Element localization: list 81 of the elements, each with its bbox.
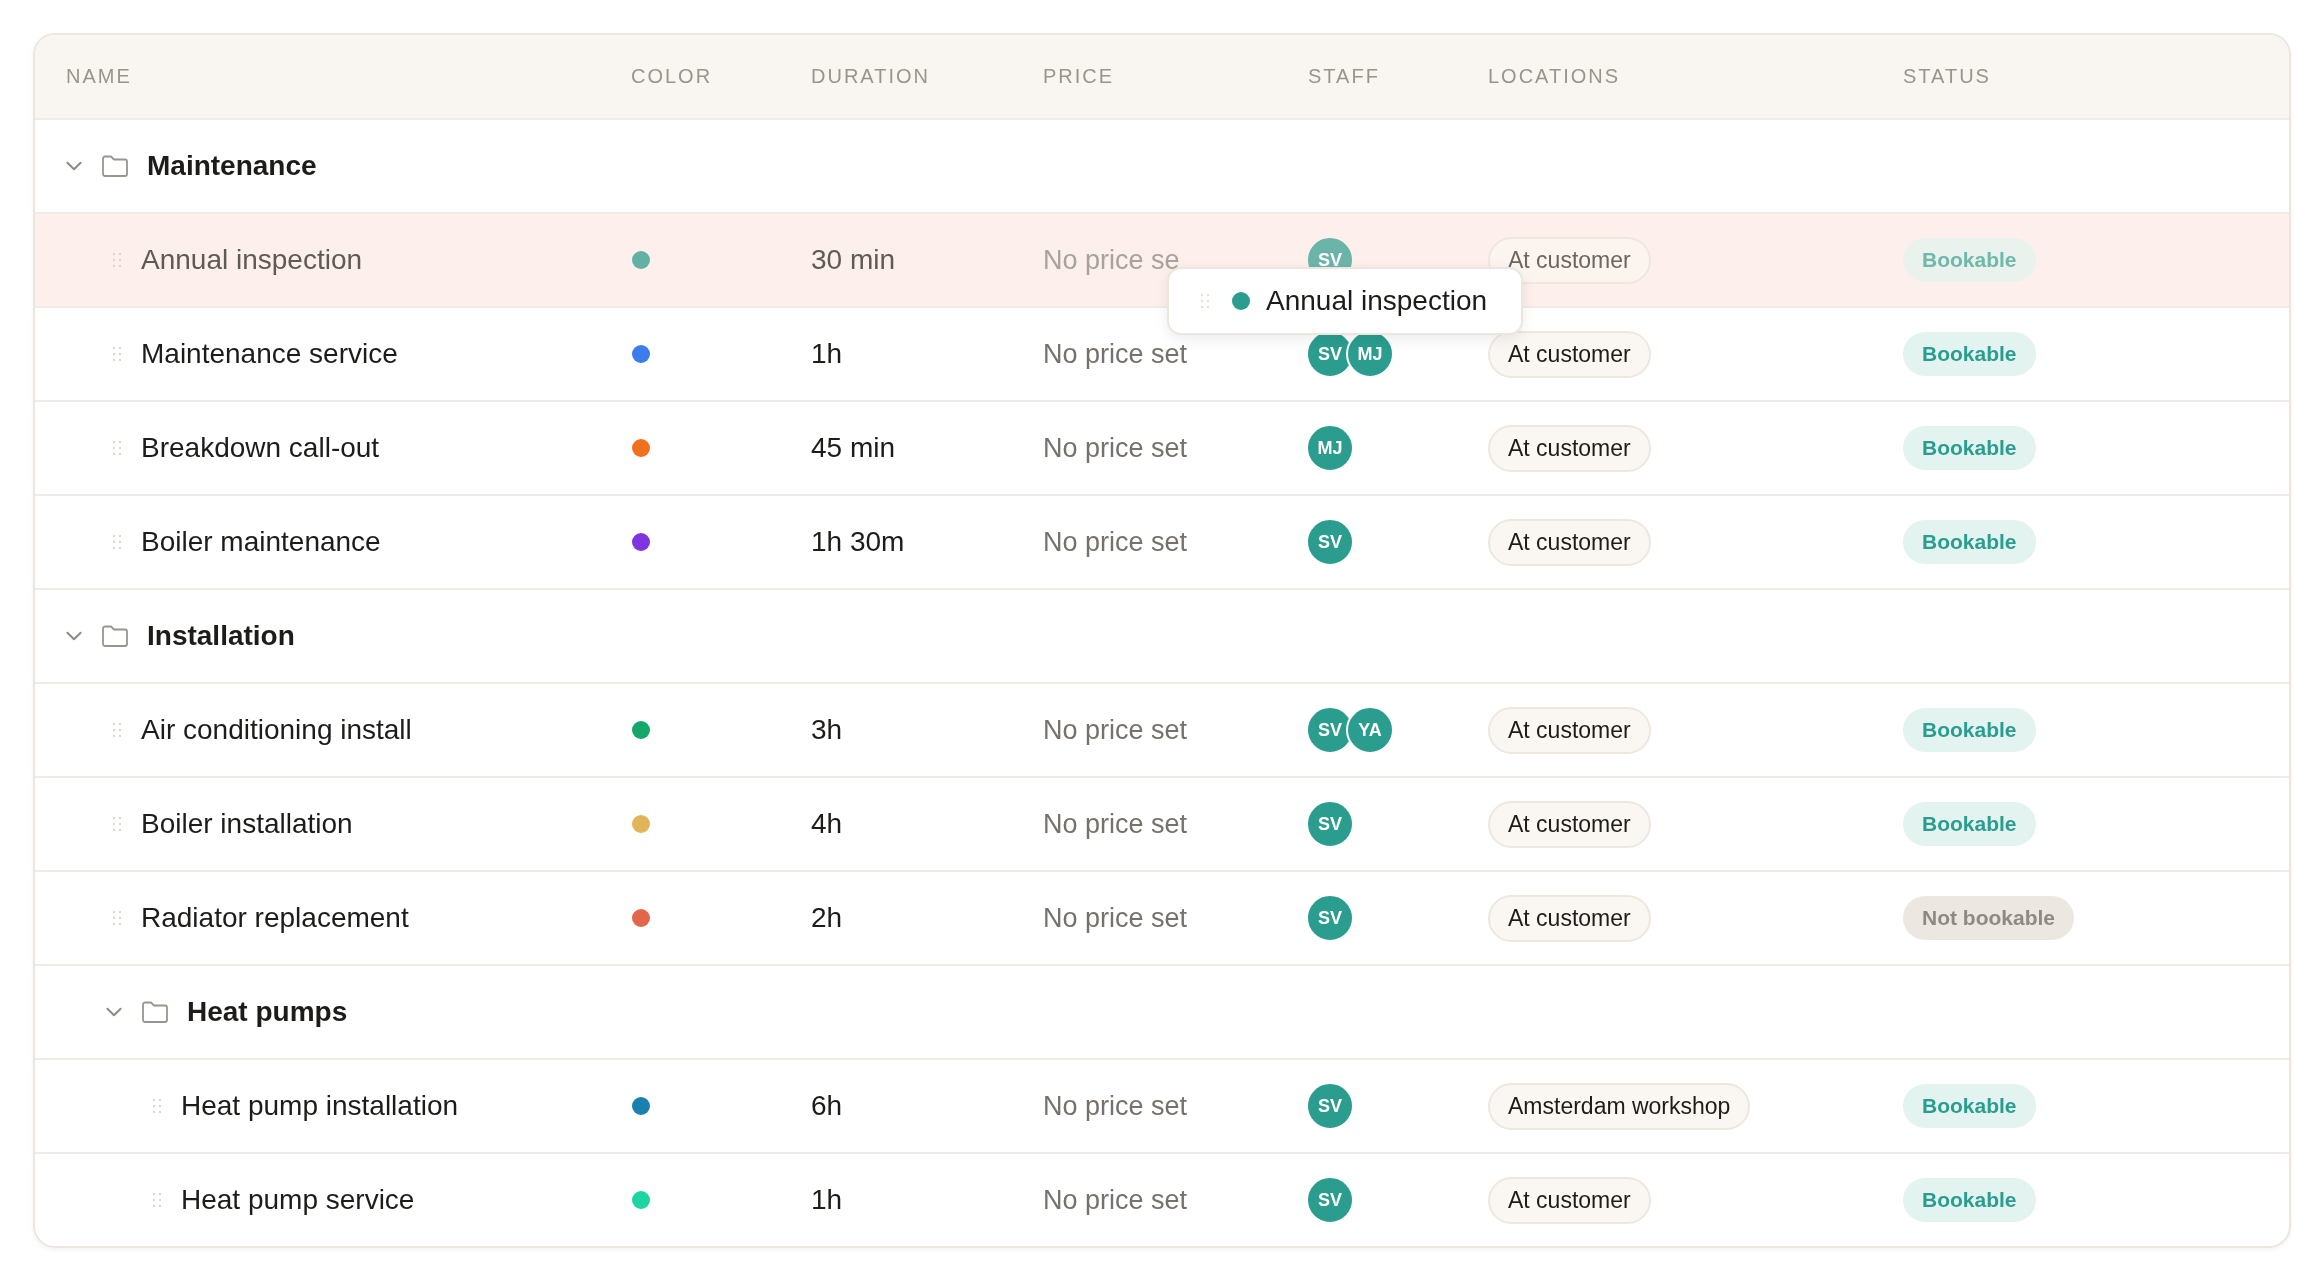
price: No price set xyxy=(1043,902,1188,934)
price: No price set xyxy=(1043,1184,1188,1216)
staff-avatar: SV xyxy=(1306,1176,1354,1224)
service-name: Annual inspection xyxy=(141,244,363,276)
duration: 2h xyxy=(811,902,843,934)
column-header: NAME xyxy=(66,65,133,88)
duration: 30 min xyxy=(811,244,896,276)
duration: 6h xyxy=(811,1090,843,1122)
location-tag: At customer xyxy=(1488,236,1651,284)
service-name: Air conditioning install xyxy=(141,714,412,746)
service-row[interactable]: Radiator replacement 2h No price set SV At customer Not bookable xyxy=(35,870,2289,964)
price: No price set xyxy=(1043,432,1188,464)
service-row[interactable]: Boiler maintenance 1h 30m No price set SV At customer Bookable xyxy=(35,494,2289,588)
service-name: Breakdown call-out xyxy=(141,432,380,464)
column-header: COLOR xyxy=(631,65,714,88)
location-tag: At customer xyxy=(1488,424,1651,472)
service-row[interactable]: Heat pump installation 6h No price set SV Amsterdam workshop Bookable xyxy=(35,1058,2289,1152)
service-row[interactable]: Breakdown call-out 45 min No price set MJ At customer Bookable xyxy=(35,400,2289,494)
column-header: STATUS xyxy=(1903,65,1992,88)
price: No price set xyxy=(1043,714,1188,746)
staff-avatar: MJ xyxy=(1306,424,1354,472)
group-title: Heat pumps xyxy=(187,996,348,1028)
location-tag: At customer xyxy=(1488,706,1651,754)
column-header: STAFF xyxy=(1308,65,1381,88)
folder-icon xyxy=(141,1000,169,1024)
staff-avatar: SV xyxy=(1306,894,1354,942)
staff-avatar: YA xyxy=(1346,706,1394,754)
drag-handle-icon xyxy=(1201,294,1209,308)
staff-avatar: SV xyxy=(1306,800,1354,848)
service-name: Radiator replacement xyxy=(141,902,409,934)
price: No price set xyxy=(1043,808,1188,840)
duration: 45 min xyxy=(811,432,896,464)
status-badge: Bookable xyxy=(1903,1178,2036,1222)
location-tag: At customer xyxy=(1488,330,1651,378)
duration: 1h xyxy=(811,1184,843,1216)
status-badge: Bookable xyxy=(1903,332,2036,376)
location-tag: At customer xyxy=(1488,1176,1651,1224)
drag-handle-icon[interactable] xyxy=(113,347,121,361)
status-badge: Bookable xyxy=(1903,238,2036,282)
status-badge: Not bookable xyxy=(1903,896,2074,940)
drag-handle-icon[interactable] xyxy=(113,723,121,737)
column-header: PRICE xyxy=(1043,65,1116,88)
staff-avatar: SV xyxy=(1306,1082,1354,1130)
drag-handle-icon[interactable] xyxy=(113,911,121,925)
location-tag: At customer xyxy=(1488,894,1651,942)
service-name: Boiler installation xyxy=(141,808,353,840)
status-badge: Bookable xyxy=(1903,802,2036,846)
group-title: Installation xyxy=(147,620,295,652)
status-badge: Bookable xyxy=(1903,426,2036,470)
price: No price set xyxy=(1043,1090,1188,1122)
service-name: Maintenance service xyxy=(141,338,398,370)
folder-icon xyxy=(101,154,129,178)
duration: 4h xyxy=(811,808,843,840)
service-name: Boiler maintenance xyxy=(141,526,381,558)
status-badge: Bookable xyxy=(1903,1084,2036,1128)
service-name: Heat pump installation xyxy=(181,1090,459,1122)
folder-icon xyxy=(101,624,129,648)
group-title: Maintenance xyxy=(147,150,317,182)
drag-handle-icon[interactable] xyxy=(113,441,121,455)
price: No price set xyxy=(1043,526,1188,558)
location-tag: At customer xyxy=(1488,518,1651,566)
service-name: Heat pump service xyxy=(181,1184,415,1216)
service-row[interactable]: Heat pump service 1h No price set SV At customer Bookable xyxy=(35,1152,2289,1246)
duration: 1h 30m xyxy=(811,526,905,558)
duration: 3h xyxy=(811,714,843,746)
location-tag: At customer xyxy=(1488,800,1651,848)
drag-handle-icon[interactable] xyxy=(153,1099,161,1113)
drag-handle-icon[interactable] xyxy=(113,817,121,831)
drag-handle-icon[interactable] xyxy=(113,535,121,549)
service-row[interactable]: Air conditioning install 3h No price set SV YA At customer Bookable xyxy=(35,682,2289,776)
drag-handle-icon[interactable] xyxy=(153,1193,161,1207)
status-badge: Bookable xyxy=(1903,708,2036,752)
status-badge: Bookable xyxy=(1903,520,2036,564)
column-header: DURATION xyxy=(811,65,931,88)
price: No price set xyxy=(1043,338,1188,370)
staff-avatar: SV xyxy=(1306,518,1354,566)
duration: 1h xyxy=(811,338,843,370)
drag-handle-icon[interactable] xyxy=(113,253,121,267)
location-tag: Amsterdam workshop xyxy=(1488,1082,1751,1130)
column-header: LOCATIONS xyxy=(1488,65,1622,88)
service-row[interactable]: Boiler installation 4h No price set SV At customer Bookable xyxy=(35,776,2289,870)
